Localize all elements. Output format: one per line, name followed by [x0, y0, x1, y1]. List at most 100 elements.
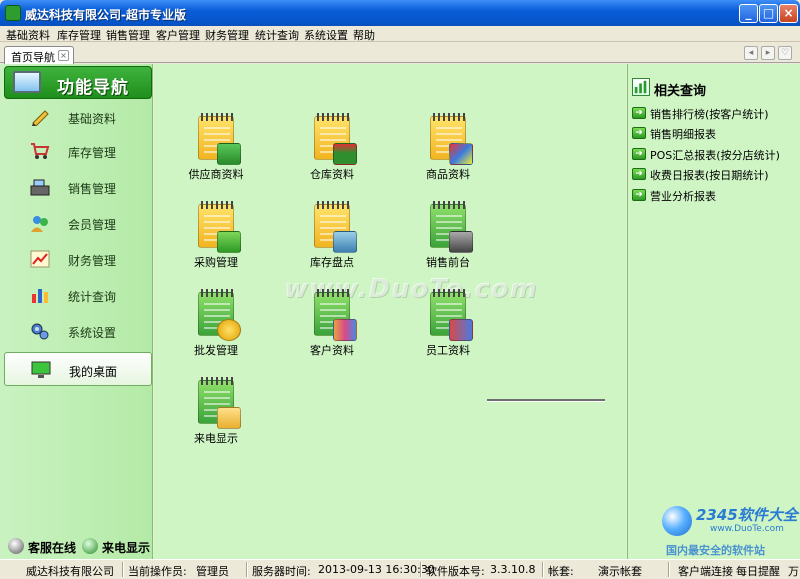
purchase-cart-icon	[217, 231, 241, 253]
sidebar-header: 功能导航	[4, 66, 152, 99]
sidebar-item-label: 财务管理	[68, 254, 117, 268]
status-separator	[246, 562, 247, 577]
status-bar: 威达科技有限公司 当前操作员: 管理员 服务器时间: 2013-09-13 16…	[0, 559, 800, 579]
status-separator	[542, 562, 543, 577]
sidebar-item-finance[interactable]: 财务管理	[4, 242, 152, 276]
maximize-button[interactable]: □	[759, 4, 778, 23]
chart-icon	[30, 250, 50, 268]
notepad-icon	[430, 201, 473, 253]
service-icon	[8, 538, 24, 554]
notepad-rings	[201, 289, 233, 297]
sidebar-item-desktop[interactable]: 我的桌面	[4, 352, 152, 386]
tile-label: 库存盘点	[310, 256, 354, 269]
status-server-time-label: 服务器时间:	[252, 565, 311, 578]
tile-warehouse[interactable]: 仓库资料	[292, 110, 372, 190]
tile-label: 员工资料	[426, 344, 470, 357]
tile-supplier[interactable]: 供应商资料	[176, 110, 256, 190]
status-more: 万	[788, 565, 799, 578]
arrow-right-icon: ➜	[632, 148, 646, 160]
service-online-link[interactable]: 客服在线	[28, 539, 76, 556]
status-separator	[420, 562, 421, 577]
tile-caller-id[interactable]: 来电显示	[176, 374, 256, 454]
pos-register-icon	[449, 231, 473, 253]
brand-watermark: 2345软件大全 www.DuoTe.com 国内最安全的软件站	[660, 500, 800, 558]
status-account: 演示帐套	[598, 565, 642, 578]
arrow-right-icon: ➜	[632, 168, 646, 180]
sidebar-item-label: 统计查询	[68, 290, 117, 304]
cart-icon	[31, 143, 50, 159]
arrow-right-icon: ➜	[632, 189, 646, 201]
sidebar-item-inventory[interactable]: 库存管理	[4, 134, 152, 168]
notepad-icon	[198, 113, 241, 165]
notepad-icon	[430, 113, 473, 165]
notepad-rings	[433, 113, 465, 121]
tile-pos[interactable]: 销售前台	[408, 198, 488, 278]
menu-inventory[interactable]: 库存管理	[57, 27, 101, 43]
goods-icon	[449, 143, 473, 165]
arrow-right-icon: ➜	[632, 127, 646, 139]
related-link-label: 销售明细报表	[650, 128, 716, 141]
sidebar-item-members[interactable]: 会员管理	[4, 206, 152, 240]
notepad-icon	[314, 113, 357, 165]
notepad-rings	[433, 201, 465, 209]
status-daily-reminder[interactable]: 每日提醒	[736, 563, 780, 579]
status-version-label: 软件版本号:	[426, 565, 485, 578]
notepad-icon	[198, 201, 241, 253]
back-icon[interactable]: ◂	[744, 46, 758, 60]
status-company: 威达科技有限公司	[26, 565, 114, 578]
sidebar: 功能导航 基础资料 库存管理 销售管理 会员管理 财务管理 统计查询 系统设置 …	[0, 64, 153, 559]
menu-help[interactable]: 帮助	[353, 27, 375, 43]
sidebar-item-label: 系统设置	[68, 326, 117, 340]
sidebar-item-label: 我的桌面	[69, 365, 118, 379]
customers-icon	[333, 319, 357, 341]
menu-statistics[interactable]: 统计查询	[255, 27, 299, 43]
sidebar-item-settings[interactable]: 系统设置	[4, 314, 152, 348]
status-client-connection[interactable]: 客户端连接	[678, 563, 733, 579]
warehouse-icon	[333, 143, 357, 165]
tile-label: 来电显示	[194, 432, 238, 445]
tab-row: 首页导航 × ◂ ▸ ♡	[0, 43, 800, 64]
tile-label: 采购管理	[194, 256, 238, 269]
related-link-label: 收费日报表(按日期统计)	[650, 169, 769, 182]
staff-icon	[449, 319, 473, 341]
forward-icon[interactable]: ▸	[761, 46, 775, 60]
arrow-right-icon: ➜	[632, 107, 646, 119]
title-bar: 威达科技有限公司-超市专业版 _ □ ×	[0, 0, 800, 26]
notepad-rings	[201, 113, 233, 121]
desktop-icon	[31, 361, 51, 378]
sidebar-item-statistics[interactable]: 统计查询	[4, 278, 152, 312]
menu-bar: 基础资料 库存管理 销售管理 客户管理 财务管理 统计查询 系统设置 帮助	[0, 26, 800, 42]
tile-staff[interactable]: 员工资料	[408, 286, 488, 366]
menu-customers[interactable]: 客户管理	[156, 27, 200, 43]
menu-finance[interactable]: 财务管理	[205, 27, 249, 43]
tile-purchase[interactable]: 采购管理	[176, 198, 256, 278]
caller-id-link[interactable]: 来电显示	[102, 539, 150, 556]
tab-label: 首页导航	[11, 51, 55, 64]
tile-goods[interactable]: 商品资料	[408, 110, 488, 190]
tile-label: 销售前台	[426, 256, 470, 269]
sidebar-item-sales[interactable]: 销售管理	[4, 170, 152, 204]
sale-tag-icon	[217, 319, 241, 341]
tile-customers[interactable]: 客户资料	[292, 286, 372, 366]
sidebar-item-basic[interactable]: 基础资料	[4, 100, 152, 134]
brand-line3: 国内最安全的软件站	[666, 544, 765, 557]
tile-label: 客户资料	[310, 344, 354, 357]
sidebar-footer: 客服在线 来电显示	[6, 536, 154, 556]
minimize-button[interactable]: _	[739, 4, 758, 23]
sidebar-item-label: 库存管理	[68, 146, 117, 160]
tab-close-icon[interactable]: ×	[58, 50, 69, 61]
tile-stocktake[interactable]: 库存盘点	[292, 198, 372, 278]
related-link-label: 销售排行榜(按客户统计)	[650, 108, 769, 121]
tab-home-nav[interactable]: 首页导航 ×	[4, 46, 74, 64]
menu-sales[interactable]: 销售管理	[106, 27, 150, 43]
chart-icon	[632, 78, 650, 96]
phone-icon	[217, 407, 241, 429]
heart-icon[interactable]: ♡	[778, 46, 792, 60]
close-button[interactable]: ×	[779, 4, 798, 23]
menu-settings[interactable]: 系统设置	[304, 27, 348, 43]
notepad-icon	[198, 289, 241, 341]
notepad-icon	[314, 201, 357, 253]
calculator-icon	[333, 231, 357, 253]
menu-basic[interactable]: 基础资料	[6, 27, 50, 43]
tile-wholesale[interactable]: 批发管理	[176, 286, 256, 366]
